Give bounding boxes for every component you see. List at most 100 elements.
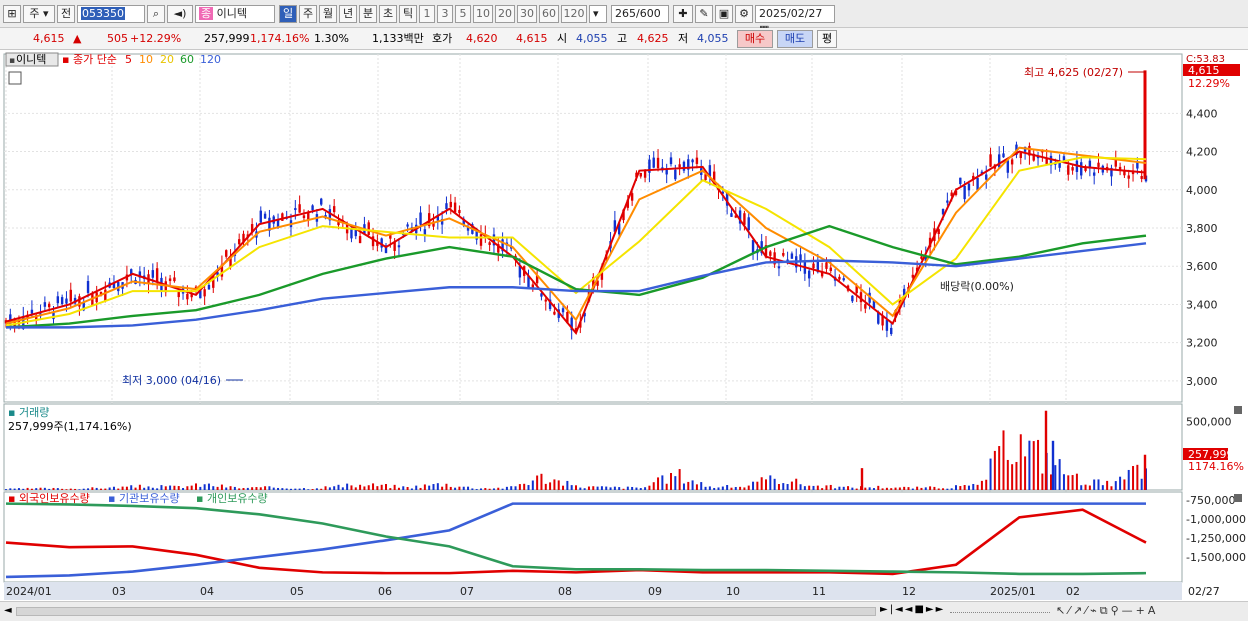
candle-body (203, 289, 206, 297)
stock-name-badge: 종 (199, 7, 214, 20)
volume-bar (985, 479, 988, 490)
volume-bar (1067, 475, 1070, 490)
interval-20[interactable]: 20 (495, 5, 515, 23)
table-icon[interactable] (8, 71, 22, 85)
volume-bar (372, 483, 375, 490)
eval-button[interactable]: 평 (817, 30, 837, 48)
interval-dropdown[interactable]: ▾ (589, 5, 607, 23)
current-price: 4,615 (33, 32, 65, 45)
volume-bar (367, 485, 370, 490)
volume-bar (272, 487, 275, 490)
scroll-left-icon[interactable]: ◄ (4, 605, 12, 616)
volume-bar (678, 469, 681, 490)
volume-bar (112, 486, 115, 490)
interval-120[interactable]: 120 (561, 5, 587, 23)
period-minute-tab[interactable]: 분 (359, 5, 377, 23)
volume-close-icon[interactable] (1234, 406, 1242, 414)
volume-bar (462, 486, 465, 490)
interval-1[interactable]: 1 (419, 5, 435, 23)
candle-body (1127, 175, 1130, 179)
candle-body (86, 281, 90, 293)
horizontal-scrollbar[interactable] (16, 607, 876, 616)
sound-icon[interactable]: ◄) (167, 5, 193, 23)
volume-bar (756, 481, 759, 490)
chart-toolbar: ⊞ 주 ▾ 전 053350 ⌕ ◄) 종 이니텍 일 주 월 년 분 초 틱 … (0, 0, 1248, 36)
volume-bar (458, 486, 461, 490)
price-tick-label: 4,400 (1186, 107, 1218, 120)
volume-bar (1132, 466, 1135, 490)
candle-body (445, 203, 448, 210)
count-field[interactable]: 265/600 (611, 5, 669, 23)
candle-body (155, 268, 159, 282)
volume-bar (1101, 485, 1104, 490)
stock-chart[interactable]: 3,000 3,200 3,400 3,600 3,800 4,000 4,200 4,400… (0, 50, 1248, 601)
volume-bar (56, 488, 59, 490)
scroll-nav-icons[interactable]: ►|◄◄■►► (880, 604, 945, 615)
prev-button[interactable]: 전 (57, 5, 75, 23)
candle-body (851, 295, 854, 302)
chart-icon[interactable]: ⊞ (3, 5, 21, 23)
volume-bar (423, 484, 426, 490)
volume-bar (212, 486, 215, 490)
volume-bar (281, 488, 284, 490)
volume-bar (635, 487, 638, 490)
date-field[interactable]: 2025/02/27 ▦ (755, 5, 835, 36)
volume-bar (881, 488, 884, 490)
interval-10[interactable]: 10 (473, 5, 493, 23)
x-tick-label: 08 (558, 585, 572, 598)
volume-bar (1136, 464, 1139, 490)
candle-body (320, 198, 323, 205)
period-second-tab[interactable]: 초 (379, 5, 397, 23)
volume-bar (277, 487, 280, 490)
volume-bar (454, 487, 457, 490)
volume-bar (100, 488, 102, 490)
stock-code-input[interactable]: 053350 (77, 5, 145, 23)
period-tick-tab[interactable]: 틱 (399, 5, 417, 23)
candle-body (812, 263, 815, 269)
search-icon[interactable]: ⌕ (147, 5, 165, 23)
high-annotation: 최고 4,625 (02/27) (1024, 66, 1123, 79)
candle-body (963, 185, 966, 200)
volume-bar (1110, 486, 1113, 490)
period-month-tab[interactable]: 월 (319, 5, 337, 23)
draw-icon[interactable]: ✎ (695, 5, 713, 23)
candle-body (1002, 153, 1005, 158)
zoom-track[interactable] (950, 612, 1050, 615)
save-icon[interactable]: ▣ (715, 5, 733, 23)
stock-name-field[interactable]: 종 이니텍 (195, 5, 275, 23)
volume-bar (91, 487, 94, 490)
sell-button[interactable]: 매도 (777, 30, 813, 48)
volume-bar (242, 488, 245, 490)
volume-bar (1097, 479, 1100, 490)
volume-bar (285, 488, 288, 490)
candle-body (1092, 172, 1096, 176)
candle-body (997, 154, 1001, 168)
interval-30[interactable]: 30 (517, 5, 537, 23)
volume-bar (829, 484, 832, 490)
drawing-tools-icons[interactable]: ↖⁄↗⁄⌁⧉⚲—+A (1056, 604, 1158, 618)
holdings-close-icon[interactable] (1234, 494, 1242, 502)
interval-3[interactable]: 3 (437, 5, 453, 23)
buy-button[interactable]: 매수 (737, 30, 773, 48)
volume-bar (341, 487, 344, 490)
candle-body (43, 302, 47, 307)
change-arrow: ▲ (73, 32, 82, 45)
interval-5[interactable]: 5 (455, 5, 471, 23)
candle-body (177, 291, 180, 298)
candle-body (1006, 160, 1010, 173)
price-tick-label: 4,000 (1186, 184, 1218, 197)
market-type-select[interactable]: 주 ▾ (23, 5, 55, 23)
volume-bar (95, 487, 98, 490)
interval-60[interactable]: 60 (539, 5, 559, 23)
period-week-tab[interactable]: 주 (299, 5, 317, 23)
candle-body (920, 256, 923, 259)
candle-body (985, 174, 988, 180)
volume-bar (354, 487, 357, 490)
x-tick-label: 07 (460, 585, 474, 598)
settings-icon[interactable]: ⚙ (735, 5, 753, 23)
crosshair-icon[interactable]: ✚ (673, 5, 693, 23)
x-tick-label: 2025/01 (990, 585, 1036, 598)
ma5-legend: 5 (125, 53, 132, 66)
period-year-tab[interactable]: 년 (339, 5, 357, 23)
period-day-tab[interactable]: 일 (279, 5, 297, 23)
